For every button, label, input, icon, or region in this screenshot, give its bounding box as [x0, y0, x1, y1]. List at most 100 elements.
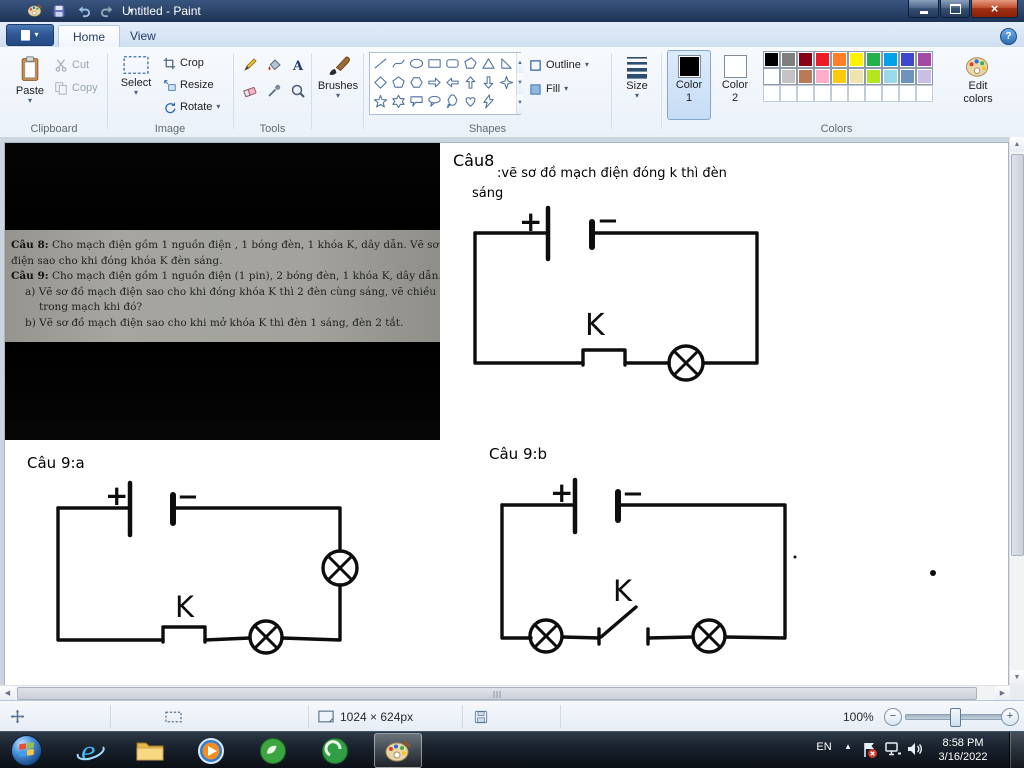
color1-button[interactable]: Color 1: [667, 50, 711, 120]
taskbar-clock[interactable]: 8:58 PM 3/16/2022: [926, 736, 1000, 764]
taskbar-app-green-2[interactable]: [311, 733, 359, 768]
taskbar-media-player[interactable]: [187, 733, 235, 768]
shape-fill-button[interactable]: Fill ▾: [529, 79, 568, 99]
palette-swatch-empty[interactable]: [831, 85, 848, 102]
zoom-slider-thumb[interactable]: [950, 707, 961, 727]
shape-heart[interactable]: [461, 92, 479, 111]
scroll-left-button[interactable]: ◀: [0, 686, 15, 700]
crop-button[interactable]: Crop: [163, 53, 204, 73]
undo-button[interactable]: [74, 2, 92, 19]
shape-callout-oval[interactable]: [425, 92, 443, 111]
tab-home[interactable]: Home: [58, 25, 121, 48]
save-button[interactable]: [50, 2, 68, 19]
help-button[interactable]: ?: [1000, 28, 1017, 45]
taskbar-app-green-1[interactable]: [249, 733, 297, 768]
drawing-canvas[interactable]: Câu 8: Cho mạch điện gồm 1 nguồn điện , …: [5, 143, 1008, 685]
shape-star-6[interactable]: [389, 92, 407, 111]
palette-swatch-ed1c24[interactable]: [814, 51, 831, 68]
shape-arrow-left[interactable]: [443, 73, 461, 92]
fill-with-color-tool[interactable]: [261, 52, 286, 77]
horizontal-scrollbar[interactable]: ◀ ▶: [0, 685, 1010, 701]
palette-swatch-empty[interactable]: [763, 85, 780, 102]
maximize-button[interactable]: [940, 0, 970, 18]
palette-swatch-fff200[interactable]: [848, 51, 865, 68]
shape-star-5[interactable]: [371, 92, 389, 111]
palette-swatch-000000[interactable]: [763, 51, 780, 68]
shape-hexagon[interactable]: [407, 73, 425, 92]
shape-callout-cloud[interactable]: [443, 92, 461, 111]
select-button[interactable]: Select ▾: [112, 50, 160, 97]
palette-swatch-empty[interactable]: [848, 85, 865, 102]
palette-swatch-3f48cc[interactable]: [899, 51, 916, 68]
shape-scroll-up-button[interactable]: ▲: [517, 53, 523, 74]
rotate-button[interactable]: Rotate ▾: [163, 97, 220, 117]
palette-swatch-c8bfe7[interactable]: [916, 68, 933, 85]
horizontal-scroll-thumb[interactable]: [17, 687, 977, 700]
network-tray-button[interactable]: [884, 741, 902, 758]
shape-right-triangle[interactable]: [497, 54, 515, 73]
size-button[interactable]: Size ▾: [614, 51, 660, 100]
start-button[interactable]: [2, 733, 50, 768]
zoom-slider[interactable]: [905, 707, 1007, 727]
close-button[interactable]: ×: [971, 0, 1018, 18]
eraser-tool[interactable]: [237, 78, 262, 103]
show-desktop-button[interactable]: [1009, 732, 1024, 768]
shape-arrow-up[interactable]: [461, 73, 479, 92]
edit-colors-button[interactable]: Edit colors: [951, 50, 1005, 120]
palette-swatch-ffaec9[interactable]: [814, 68, 831, 85]
palette-swatch-a349a4[interactable]: [916, 51, 933, 68]
minimize-button[interactable]: [908, 0, 939, 18]
shape-curve[interactable]: [389, 54, 407, 73]
shape-star-4[interactable]: [497, 73, 515, 92]
palette-swatch-ffc90e[interactable]: [831, 68, 848, 85]
text-tool[interactable]: A: [285, 52, 310, 77]
palette-swatch-empty[interactable]: [797, 85, 814, 102]
hidden-icons-button[interactable]: ▴: [840, 741, 856, 752]
palette-swatch-empty[interactable]: [882, 85, 899, 102]
zoom-out-button[interactable]: −: [884, 707, 902, 726]
shape-lightning[interactable]: [479, 92, 497, 111]
palette-swatch-22b14c[interactable]: [865, 51, 882, 68]
taskbar-paint-active[interactable]: [374, 733, 422, 768]
action-center-button[interactable]: [860, 741, 878, 759]
palette-swatch-empty[interactable]: [899, 85, 916, 102]
palette-swatch-empty[interactable]: [865, 85, 882, 102]
shape-arrow-down[interactable]: [479, 73, 497, 92]
shape-polygon[interactable]: [461, 54, 479, 73]
zoom-slider-track[interactable]: [905, 707, 1007, 727]
cut-button[interactable]: Cut: [54, 55, 89, 75]
color2-button[interactable]: Color 2: [713, 50, 757, 120]
scroll-up-button[interactable]: ▲: [1010, 137, 1024, 152]
palette-swatch-b97a57[interactable]: [797, 68, 814, 85]
taskbar-windows-explorer[interactable]: [126, 733, 174, 768]
shape-rectangle[interactable]: [425, 54, 443, 73]
zoom-in-button[interactable]: +: [1001, 707, 1019, 726]
palette-swatch-empty[interactable]: [780, 85, 797, 102]
palette-swatch-b5e61d[interactable]: [865, 68, 882, 85]
palette-swatch-99d9ea[interactable]: [882, 68, 899, 85]
language-indicator[interactable]: EN: [812, 741, 836, 753]
scroll-down-button[interactable]: ▼: [1010, 670, 1024, 685]
vertical-scroll-thumb[interactable]: [1011, 154, 1024, 556]
shape-diamond[interactable]: [371, 73, 389, 92]
palette-swatch-7092be[interactable]: [899, 68, 916, 85]
palette-swatch-ff7f27[interactable]: [831, 51, 848, 68]
outline-button[interactable]: Outline ▾: [529, 55, 589, 75]
brushes-button[interactable]: Brushes ▾: [314, 51, 362, 100]
paste-button[interactable]: Paste ▾: [8, 50, 52, 105]
palette-swatch-00a2e8[interactable]: [882, 51, 899, 68]
shape-arrow-right[interactable]: [425, 73, 443, 92]
paint-menu-button[interactable]: ▾: [6, 24, 54, 46]
taskbar-internet-explorer[interactable]: e: [66, 733, 114, 768]
redo-button[interactable]: [98, 2, 116, 19]
volume-tray-button[interactable]: [906, 741, 924, 757]
magnifier-tool[interactable]: [285, 78, 310, 103]
shape-oval[interactable]: [407, 54, 425, 73]
shape-triangle[interactable]: [479, 54, 497, 73]
resize-button[interactable]: Resize: [163, 75, 214, 95]
pencil-tool[interactable]: [237, 52, 262, 77]
palette-swatch-empty[interactable]: [916, 85, 933, 102]
color-picker-tool[interactable]: [261, 78, 286, 103]
tab-view[interactable]: View: [116, 25, 170, 47]
shape-line[interactable]: [371, 54, 389, 73]
